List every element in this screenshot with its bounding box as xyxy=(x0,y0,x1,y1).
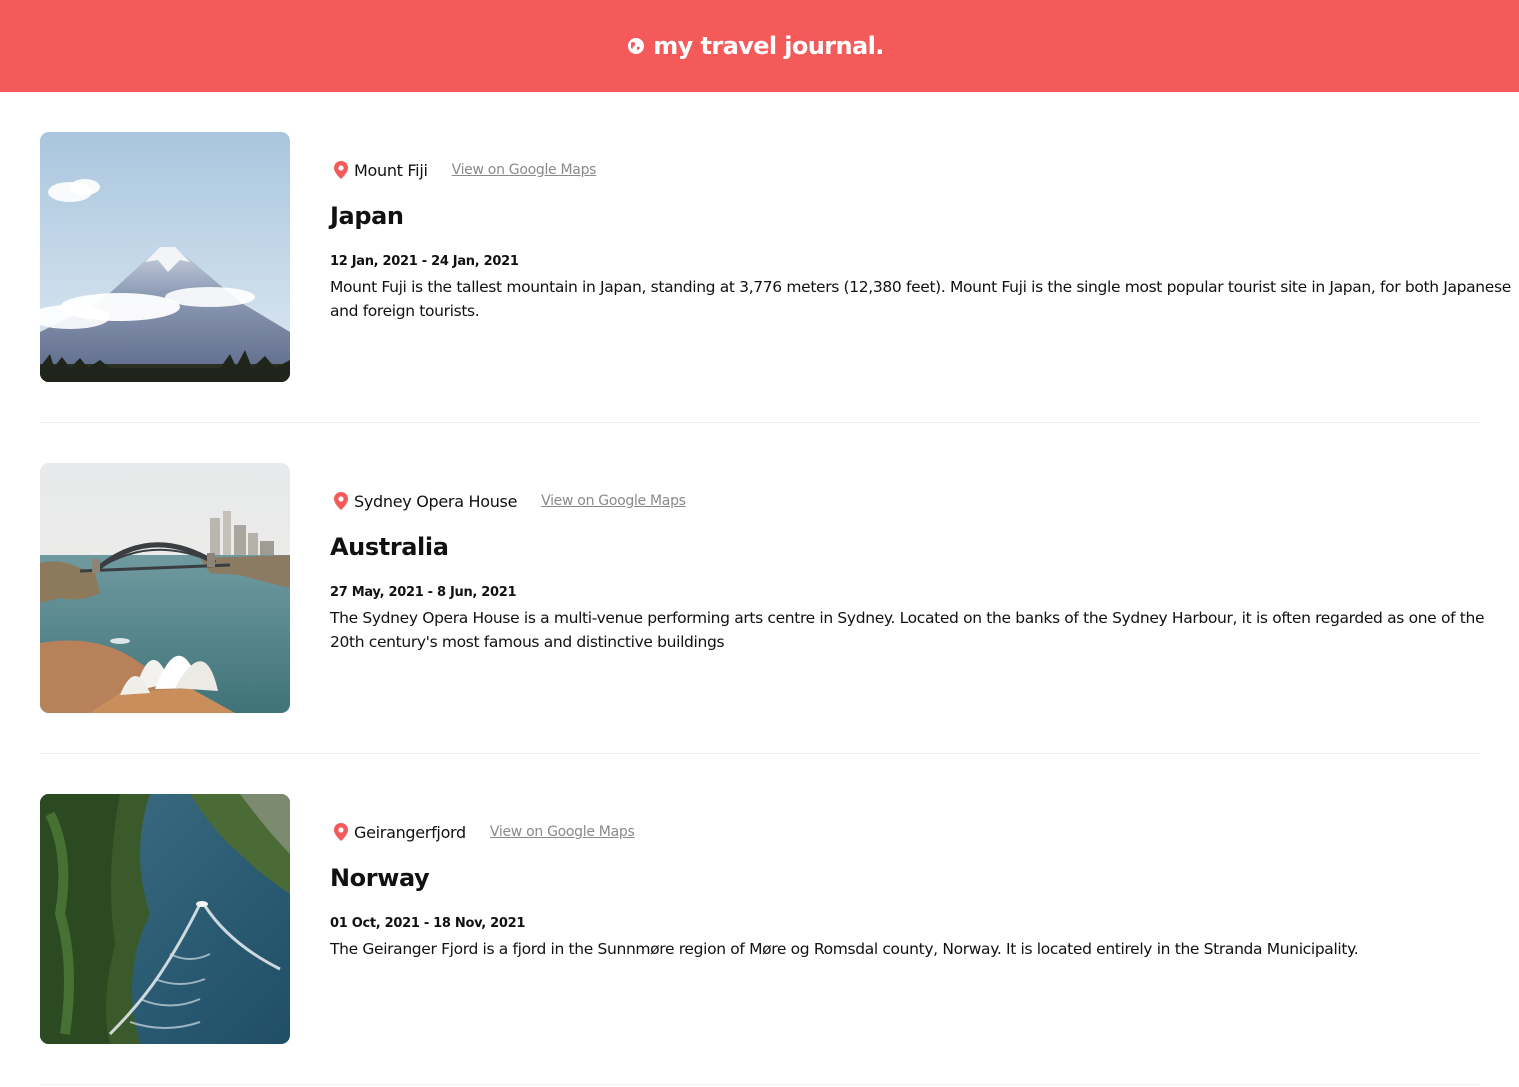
view-on-google-maps-link[interactable]: View on Google Maps xyxy=(541,493,686,509)
entry-info: Sydney Opera House View on Google Maps A… xyxy=(290,463,1519,713)
entry-description: The Geiranger Fjord is a fjord in the Su… xyxy=(330,940,1359,958)
sydney-opera-house-photo xyxy=(40,463,290,713)
location-name: Sydney Opera House xyxy=(354,491,518,511)
country-title: Norway xyxy=(330,864,430,892)
entry-info: Mount Fiji View on Google Maps Japan 12 … xyxy=(290,132,1519,382)
app-header: my travel journal. xyxy=(0,0,1519,92)
location-row: Sydney Opera House View on Google Maps xyxy=(330,491,1519,511)
view-on-google-maps-link[interactable]: View on Google Maps xyxy=(452,162,597,178)
location-row: Geirangerfjord View on Google Maps xyxy=(330,822,1519,842)
journal-entry: Sydney Opera House View on Google Maps A… xyxy=(40,423,1485,754)
location-name: Mount Fiji xyxy=(354,160,428,180)
trip-dates: 01 Oct, 2021 - 18 Nov, 2021 xyxy=(330,916,526,931)
mount-fuji-photo xyxy=(40,132,290,382)
location-pin-icon xyxy=(334,823,348,841)
trip-dates: 27 May, 2021 - 8 Jun, 2021 xyxy=(330,585,517,600)
journal-entries: Mount Fiji View on Google Maps Japan 12 … xyxy=(0,92,1519,1085)
location-pin-icon xyxy=(334,161,348,179)
location-name: Geirangerfjord xyxy=(354,822,466,842)
journal-entry: Mount Fiji View on Google Maps Japan 12 … xyxy=(40,92,1511,423)
journal-entry: Geirangerfjord View on Google Maps Norwa… xyxy=(40,754,1479,1085)
entry-description: The Sydney Opera House is a multi-venue … xyxy=(330,609,1485,651)
brand: my travel journal. xyxy=(627,32,884,60)
app-title: my travel journal. xyxy=(653,32,884,60)
location-row: Mount Fiji View on Google Maps xyxy=(330,160,1519,180)
entry-info: Geirangerfjord View on Google Maps Norwa… xyxy=(290,794,1519,1044)
trip-dates: 12 Jan, 2021 - 24 Jan, 2021 xyxy=(330,254,519,269)
globe-icon xyxy=(627,37,645,55)
geirangerfjord-photo xyxy=(40,794,290,1044)
country-title: Japan xyxy=(330,202,404,230)
location-pin-icon xyxy=(334,492,348,510)
entry-description: Mount Fuji is the tallest mountain in Ja… xyxy=(330,278,1511,320)
view-on-google-maps-link[interactable]: View on Google Maps xyxy=(490,824,635,840)
country-title: Australia xyxy=(330,533,449,561)
